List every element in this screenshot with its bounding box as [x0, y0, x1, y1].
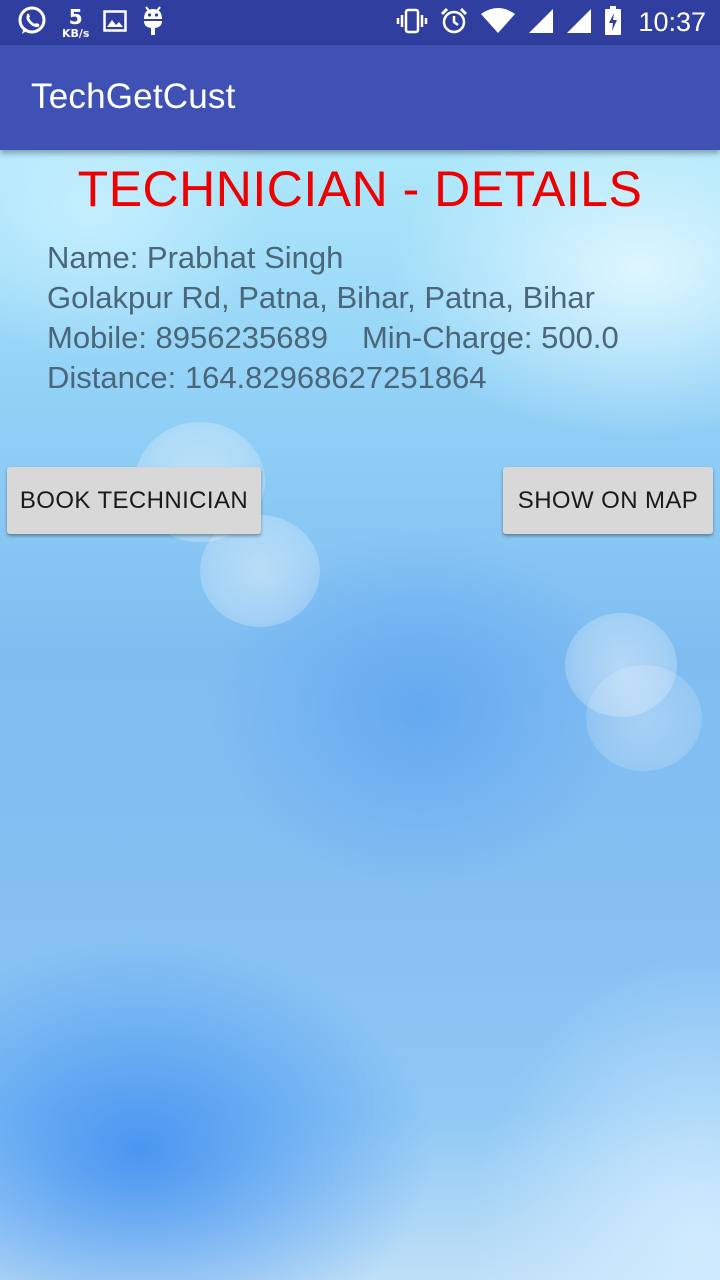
show-on-map-button[interactable]: SHOW ON MAP — [503, 467, 713, 534]
whatsapp-icon — [16, 5, 48, 41]
status-clock: 10:37 — [638, 7, 706, 37]
technician-min-charge: Min-Charge: 500.0 — [361, 320, 619, 355]
technician-distance: Distance: 164.82968627251864 — [47, 360, 487, 395]
wifi-icon — [480, 7, 516, 38]
status-bar: 5 KB/s 10:37 — [0, 0, 720, 45]
main-content: TECHNICIAN - DETAILS Name: Prabhat Singh… — [0, 150, 720, 1280]
contact-line: Mobile: 8956235689 Min-Charge: 500.0 — [47, 318, 619, 358]
signal-icon — [528, 8, 554, 38]
page-heading: TECHNICIAN - DETAILS — [77, 161, 643, 217]
book-technician-button[interactable]: BOOK TECHNICIAN — [7, 467, 261, 534]
battery-charging-icon — [604, 5, 622, 40]
signal-icon — [566, 8, 592, 38]
android-debug-icon — [141, 6, 165, 40]
background-bokeh — [586, 665, 702, 771]
status-bar-right: 10:37 — [396, 0, 706, 45]
network-speed: 5 KB/s — [62, 7, 89, 39]
network-speed-unit: KB/s — [62, 27, 90, 40]
network-speed-value: 5 — [68, 5, 83, 29]
image-icon — [103, 10, 128, 36]
status-bar-left: 5 KB/s — [16, 4, 165, 42]
technician-details: Name: Prabhat Singh Golakpur Rd, Patna, … — [47, 238, 619, 398]
technician-address: Golakpur Rd, Patna, Bihar, Patna, Bihar — [47, 280, 595, 315]
technician-name: Name: Prabhat Singh — [47, 240, 344, 275]
alarm-icon — [440, 7, 468, 39]
technician-mobile: Mobile: 8956235689 — [47, 320, 328, 355]
app-bar: TechGetCust — [0, 45, 720, 150]
app-title: TechGetCust — [31, 77, 236, 116]
vibrate-icon — [396, 8, 428, 38]
